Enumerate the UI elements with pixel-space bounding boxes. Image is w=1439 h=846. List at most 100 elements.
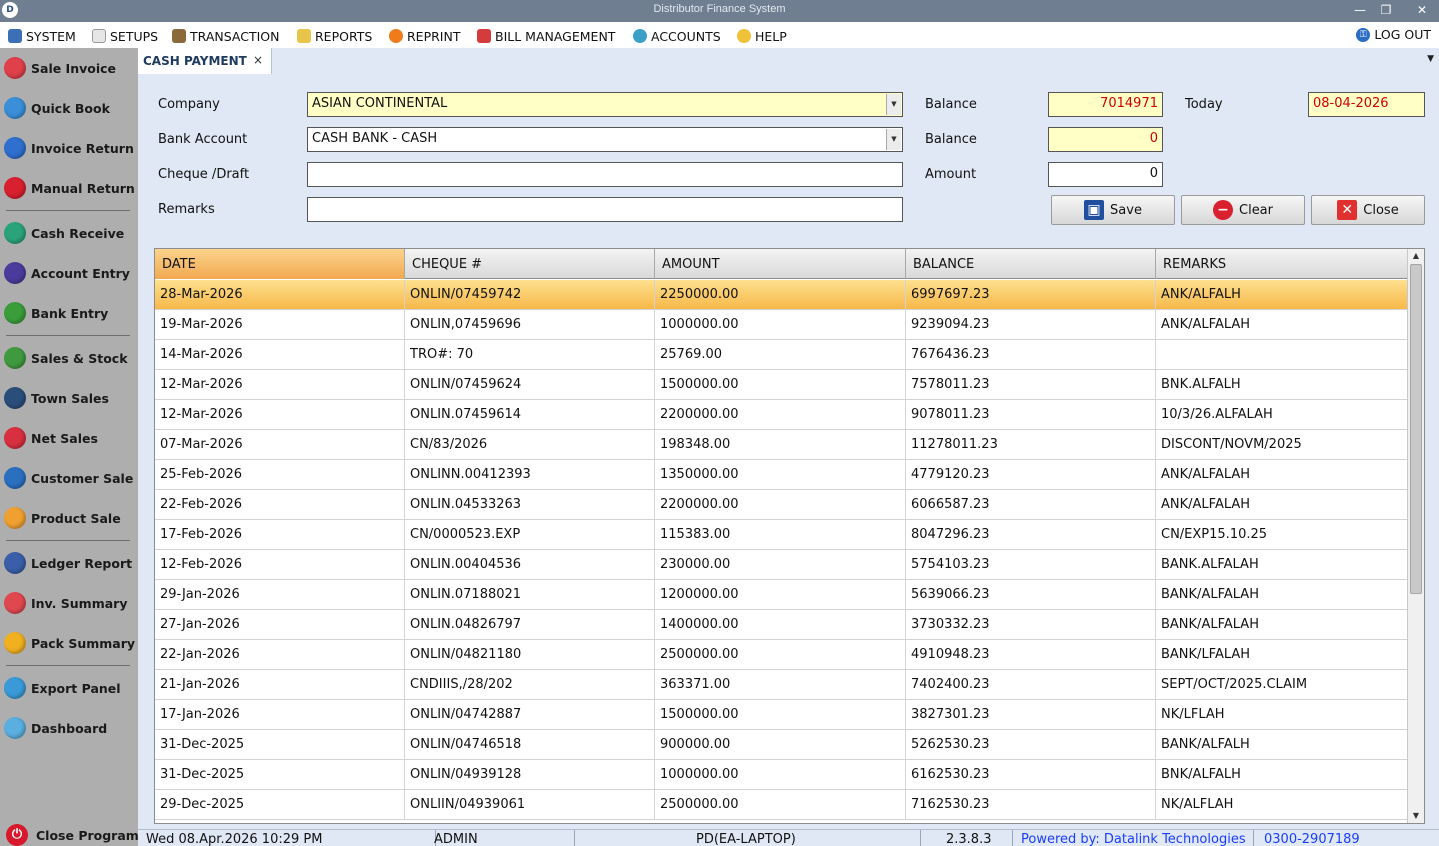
cell-balance[interactable]: 9078011.23: [906, 400, 1156, 430]
vertical-scrollbar[interactable]: ▲ ▼: [1407, 249, 1424, 823]
sidebar-item-dashboard[interactable]: Dashboard: [4, 713, 134, 743]
table-row[interactable]: 31-Dec-2025 ONLIN/04746518 900000.00 526253…: [155, 730, 1408, 760]
cell-remarks[interactable]: BANK/ALFALAH: [1156, 580, 1408, 610]
cell-balance[interactable]: 4910948.23: [906, 640, 1156, 670]
cell-cheque[interactable]: CNDIIIS,/28/202: [405, 670, 655, 700]
bank-account-select[interactable]: CASH BANK - CASH ▼: [307, 127, 903, 152]
cell-cheque[interactable]: ONLIN.04826797: [405, 610, 655, 640]
cell-balance[interactable]: 7578011.23: [906, 370, 1156, 400]
cell-balance[interactable]: 6997697.23: [906, 280, 1156, 310]
cell-cheque[interactable]: CN/0000523.EXP: [405, 520, 655, 550]
cell-remarks[interactable]: ANK/ALFALAH: [1156, 490, 1408, 520]
table-row[interactable]: 19-Mar-2026 ONLIN,07459696 1000000.00 92390…: [155, 310, 1408, 340]
cell-date[interactable]: 29-Jan-2026: [155, 580, 405, 610]
cell-balance[interactable]: 4779120.23: [906, 460, 1156, 490]
table-row[interactable]: 25-Feb-2026 ONLINN.00412393 1350000.00 4779…: [155, 460, 1408, 490]
menu-transaction[interactable]: TRANSACTION: [172, 27, 279, 45]
cell-cheque[interactable]: CN/83/2026: [405, 430, 655, 460]
table-row[interactable]: 28-Mar-2026 ONLIN/07459742 2250000.00 69976…: [155, 280, 1408, 310]
sidebar-item-town-sales[interactable]: Town Sales: [4, 383, 134, 413]
cell-cheque[interactable]: ONLINN.00412393: [405, 460, 655, 490]
cell-cheque[interactable]: ONLIN/07459624: [405, 370, 655, 400]
sidebar-item-cash-receive[interactable]: Cash Receive: [4, 218, 134, 248]
scroll-up-icon[interactable]: ▲: [1408, 249, 1424, 263]
cell-amount[interactable]: 1400000.00: [655, 610, 906, 640]
cell-amount[interactable]: 1500000.00: [655, 370, 906, 400]
table-row[interactable]: 22-Feb-2026 ONLIN.04533263 2200000.00 60665…: [155, 490, 1408, 520]
amount-input[interactable]: 0: [1048, 162, 1163, 187]
cell-amount[interactable]: 115383.00: [655, 520, 906, 550]
menu-system[interactable]: SYSTEM: [8, 27, 76, 45]
cell-date[interactable]: 25-Feb-2026: [155, 460, 405, 490]
chevron-down-icon[interactable]: ▼: [886, 94, 901, 115]
menu-accounts[interactable]: ACCOUNTS: [633, 27, 721, 45]
tab-cash-payment[interactable]: CASH PAYMENT ×: [138, 48, 272, 74]
chevron-down-icon[interactable]: ▼: [886, 129, 901, 150]
cell-remarks[interactable]: BANK.ALFALAH: [1156, 550, 1408, 580]
cell-remarks[interactable]: CN/EXP15.10.25: [1156, 520, 1408, 550]
table-row[interactable]: 29-Jan-2026 ONLIN.07188021 1200000.00 56390…: [155, 580, 1408, 610]
cell-balance[interactable]: 8047296.23: [906, 520, 1156, 550]
today-date-field[interactable]: 08-04-2026: [1308, 92, 1425, 117]
sidebar-item-customer-sale[interactable]: Customer Sale: [4, 463, 134, 493]
sidebar-item-manual-return[interactable]: Manual Return: [4, 173, 135, 203]
cell-remarks[interactable]: NK/ALFLAH: [1156, 790, 1408, 820]
table-row[interactable]: 31-Dec-2025 ONLIN/04939128 1000000.00 61625…: [155, 760, 1408, 790]
table-row[interactable]: 12-Mar-2026 ONLIN/07459624 1500000.00 75780…: [155, 370, 1408, 400]
cell-date[interactable]: 28-Mar-2026: [155, 280, 405, 310]
cell-balance[interactable]: 5754103.23: [906, 550, 1156, 580]
cell-cheque[interactable]: ONLIIN/04939061: [405, 790, 655, 820]
table-row[interactable]: 21-Jan-2026 CNDIIIS,/28/202 363371.00 74024…: [155, 670, 1408, 700]
column-header-remarks[interactable]: REMARKS: [1156, 249, 1408, 279]
cell-cheque[interactable]: ONLIN/04821180: [405, 640, 655, 670]
cell-balance[interactable]: 11278011.23: [906, 430, 1156, 460]
column-header-date[interactable]: DATE: [155, 249, 405, 279]
menu-help[interactable]: HELP: [737, 27, 787, 45]
cell-date[interactable]: 22-Feb-2026: [155, 490, 405, 520]
cell-date[interactable]: 12-Feb-2026: [155, 550, 405, 580]
tab-close-icon[interactable]: ×: [253, 53, 263, 67]
cell-amount[interactable]: 1500000.00: [655, 700, 906, 730]
menu-reports[interactable]: REPORTS: [297, 27, 372, 45]
table-row[interactable]: 27-Jan-2026 ONLIN.04826797 1400000.00 37303…: [155, 610, 1408, 640]
cell-amount[interactable]: 2250000.00: [655, 280, 906, 310]
cell-amount[interactable]: 1000000.00: [655, 310, 906, 340]
sidebar-item-inv-summary[interactable]: Inv. Summary: [4, 588, 134, 618]
table-row[interactable]: 17-Jan-2026 ONLIN/04742887 1500000.00 38273…: [155, 700, 1408, 730]
sidebar-item-pack-summary[interactable]: Pack Summary: [4, 628, 135, 658]
cell-date[interactable]: 17-Feb-2026: [155, 520, 405, 550]
menu-bill-management[interactable]: BILL MANAGEMENT: [477, 27, 615, 45]
cell-date[interactable]: 07-Mar-2026: [155, 430, 405, 460]
cell-remarks[interactable]: BANK/LFALAH: [1156, 640, 1408, 670]
cell-date[interactable]: 21-Jan-2026: [155, 670, 405, 700]
cell-remarks[interactable]: ANK/ALFALAH: [1156, 310, 1408, 340]
cell-balance[interactable]: 7402400.23: [906, 670, 1156, 700]
sidebar-item-net-sales[interactable]: Net Sales: [4, 423, 134, 453]
cell-remarks[interactable]: SEPT/OCT/2025.CLAIM: [1156, 670, 1408, 700]
cell-remarks[interactable]: NK/LFLAH: [1156, 700, 1408, 730]
column-header-balance[interactable]: BALANCE: [906, 249, 1156, 279]
scrollbar-thumb[interactable]: [1410, 264, 1422, 594]
cell-amount[interactable]: 1200000.00: [655, 580, 906, 610]
cell-balance[interactable]: 7676436.23: [906, 340, 1156, 370]
cheque-draft-input[interactable]: [307, 162, 903, 187]
minimize-button[interactable]: —: [1350, 1, 1370, 19]
cell-remarks[interactable]: ANK/ALFALAH: [1156, 460, 1408, 490]
table-row[interactable]: 22-Jan-2026 ONLIN/04821180 2500000.00 49109…: [155, 640, 1408, 670]
clear-button[interactable]: − Clear: [1181, 195, 1305, 225]
table-row[interactable]: 14-Mar-2026 TRO#: 70 25769.00 7676436.23: [155, 340, 1408, 370]
cell-remarks[interactable]: DISCONT/NOVM/2025: [1156, 430, 1408, 460]
remarks-input[interactable]: [307, 197, 903, 222]
cell-amount[interactable]: 900000.00: [655, 730, 906, 760]
cell-date[interactable]: 14-Mar-2026: [155, 340, 405, 370]
table-row[interactable]: 12-Feb-2026 ONLIN.00404536 230000.00 575410…: [155, 550, 1408, 580]
close-button[interactable]: ✕ Close: [1311, 195, 1425, 225]
sidebar-item-product-sale[interactable]: Product Sale: [4, 503, 134, 533]
cell-date[interactable]: 22-Jan-2026: [155, 640, 405, 670]
cell-amount[interactable]: 25769.00: [655, 340, 906, 370]
table-row[interactable]: 29-Dec-2025 ONLIIN/04939061 2500000.00 7162…: [155, 790, 1408, 820]
cell-amount[interactable]: 2200000.00: [655, 490, 906, 520]
sidebar-item-bank-entry[interactable]: Bank Entry: [4, 298, 134, 328]
cell-remarks[interactable]: [1156, 340, 1408, 370]
cell-cheque[interactable]: ONLIN/04939128: [405, 760, 655, 790]
